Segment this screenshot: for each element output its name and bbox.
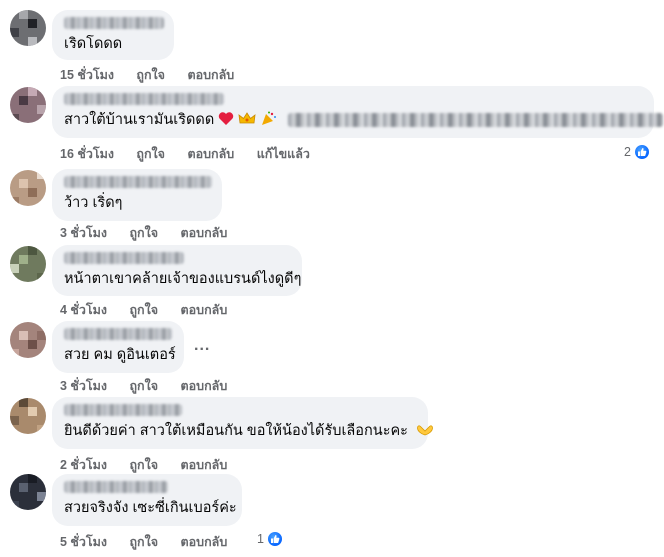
comment-time[interactable]: 3 ชั่วโมง: [60, 226, 107, 240]
reply-button[interactable]: ตอบกลับ: [181, 535, 228, 549]
avatar[interactable]: [10, 246, 46, 282]
like-button[interactable]: ถูกใจ: [129, 379, 158, 393]
commenter-name-blurred[interactable]: [64, 252, 184, 264]
like-icon: [632, 143, 651, 161]
comment-actions: 15 ชั่วโมง ถูกใจ ตอบกลับ: [60, 65, 253, 85]
comment-actions: 4 ชั่วโมง ถูกใจ ตอบกลับ: [60, 300, 246, 320]
reply-button[interactable]: ตอบกลับ: [181, 458, 228, 472]
like-button[interactable]: ถูกใจ: [129, 458, 158, 472]
comment-time[interactable]: 5 ชั่วโมง: [60, 535, 107, 549]
reply-button[interactable]: ตอบกลับ: [181, 226, 228, 240]
crown-emoji: [238, 111, 256, 132]
avatar[interactable]: [10, 170, 46, 206]
reply-button[interactable]: ตอบกลับ: [187, 147, 234, 161]
comment-actions: 3 ชั่วโมง ถูกใจ ตอบกลับ: [60, 376, 246, 396]
comment-bubble: สาวใต้บ้านเรามันเริดดด: [52, 86, 664, 138]
comment-text: ยินดีด้วยค่า สาวใต้เหมือนกัน ขอให้น้องได…: [64, 423, 408, 439]
commenter-name-blurred[interactable]: [64, 328, 172, 340]
comment-text-line: ยินดีด้วยค่า สาวใต้เหมือนกัน ขอให้น้องได…: [64, 422, 433, 443]
like-button[interactable]: ถูกใจ: [129, 303, 158, 317]
avatar[interactable]: [10, 10, 46, 46]
comment-time[interactable]: 15 ชั่วโมง: [60, 68, 114, 82]
comment-bubble: เริดโดดด: [52, 10, 174, 60]
like-button[interactable]: ถูกใจ: [136, 68, 165, 82]
commenter-name-blurred[interactable]: [64, 176, 212, 188]
reaction-count-number: 1: [257, 532, 264, 546]
comment-text: สาวใต้บ้านเรามันเริดดด: [64, 112, 215, 128]
heart-hands-emoji: [416, 423, 434, 443]
avatar[interactable]: [10, 322, 46, 358]
comment-actions: 16 ชั่วโมง ถูกใจ ตอบกลับ แก้ไขแล้ว: [60, 144, 329, 164]
comment-bubble: สวยจริงจัง เซะซี่เกินเบอร์ค่ะ: [52, 474, 242, 526]
comment-bubble: สวย คม ดูอินเตอร์: [52, 321, 184, 373]
comment-actions: 5 ชั่วโมง ถูกใจ ตอบกลับ: [60, 532, 246, 552]
comment-actions: 2 ชั่วโมง ถูกใจ ตอบกลับ: [60, 455, 246, 475]
comment-text: สวยจริงจัง เซะซี่เกินเบอร์ค่ะ: [64, 500, 237, 516]
reply-button[interactable]: ตอบกลับ: [187, 68, 234, 82]
avatar[interactable]: [10, 87, 46, 123]
like-icon: [265, 530, 284, 548]
reaction-count[interactable]: 1: [257, 530, 284, 548]
comment-text: หน้าตาเขาคล้ายเจ้าของแบรนด์ไงดูดีๆ: [64, 271, 302, 287]
blurred-text: [288, 113, 664, 128]
comment-text-line: สาวใต้บ้านเรามันเริดดด: [64, 111, 664, 132]
avatar[interactable]: [10, 398, 46, 434]
commenter-name[interactable]: [64, 481, 168, 493]
party-emoji: [260, 111, 278, 132]
comment-text: ว้าว เริ่ดๆ: [64, 195, 123, 211]
heart-emoji: [218, 111, 234, 132]
like-button[interactable]: ถูกใจ: [129, 226, 158, 240]
more-icon[interactable]: ...: [194, 337, 210, 355]
comment-bubble: หน้าตาเขาคล้ายเจ้าของแบรนด์ไงดูดีๆ: [52, 245, 302, 296]
commenter-name-blurred[interactable]: [64, 17, 164, 29]
like-button[interactable]: ถูกใจ: [136, 147, 165, 161]
reply-button[interactable]: ตอบกลับ: [181, 379, 228, 393]
comment-time[interactable]: 16 ชั่วโมง: [60, 147, 114, 161]
edited-label: แก้ไขแล้ว: [256, 147, 310, 161]
comment-actions: 3 ชั่วโมง ถูกใจ ตอบกลับ: [60, 223, 246, 243]
comment-bubble: ยินดีด้วยค่า สาวใต้เหมือนกัน ขอให้น้องได…: [52, 397, 433, 449]
commenter-name[interactable]: [64, 93, 224, 105]
comment-text: สวย คม ดูอินเตอร์: [64, 347, 176, 363]
comment-text: เริดโดดด: [64, 36, 123, 52]
comment-time[interactable]: 2 ชั่วโมง: [60, 458, 107, 472]
reaction-count[interactable]: 2: [624, 143, 651, 161]
comment-bubble: ว้าว เริ่ดๆ: [52, 169, 222, 221]
comment-time[interactable]: 3 ชั่วโมง: [60, 379, 107, 393]
avatar[interactable]: [10, 474, 46, 510]
like-button[interactable]: ถูกใจ: [129, 535, 158, 549]
reply-button[interactable]: ตอบกลับ: [181, 303, 228, 317]
reaction-count-number: 2: [624, 145, 631, 159]
commenter-name-blurred[interactable]: [64, 404, 182, 416]
comment-time[interactable]: 4 ชั่วโมง: [60, 303, 107, 317]
